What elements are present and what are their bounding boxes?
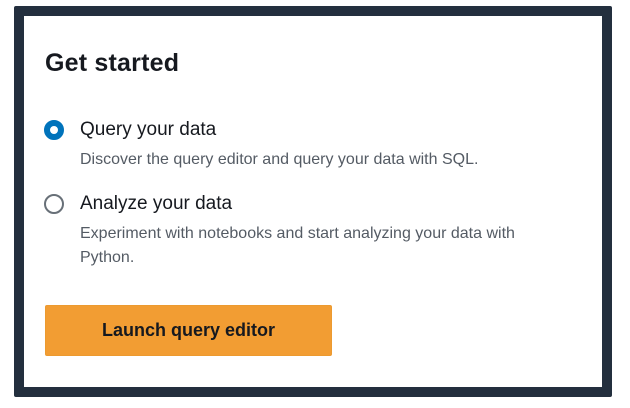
radio-analyze-your-data[interactable]: [44, 194, 64, 214]
option-label[interactable]: Query your data: [80, 118, 216, 142]
get-started-card: Get started Query your data Discover the…: [24, 16, 602, 387]
panel-title: Get started: [45, 49, 180, 77]
launch-query-editor-button[interactable]: Launch query editor: [45, 305, 332, 356]
option-label[interactable]: Analyze your data: [80, 192, 232, 216]
radio-query-your-data[interactable]: [44, 120, 64, 140]
option-description: Experiment with notebooks and start anal…: [80, 225, 515, 266]
option-description: Discover the query editor and query your…: [80, 151, 479, 168]
